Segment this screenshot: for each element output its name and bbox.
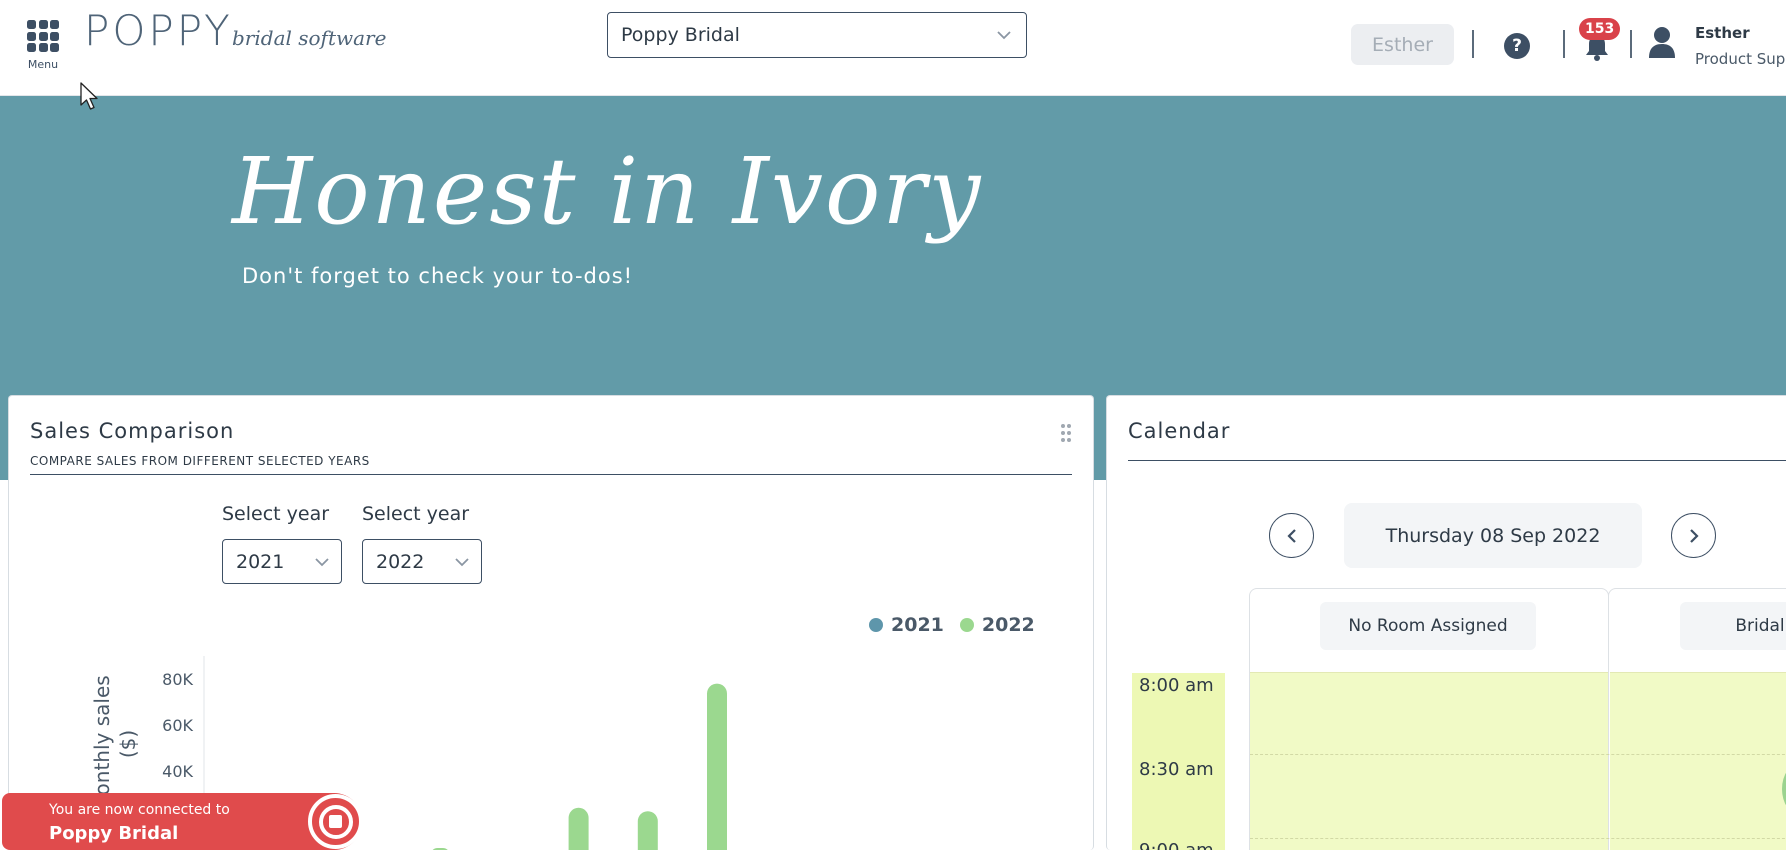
time-label: 8:30 am (1139, 759, 1214, 780)
year-select-2-value: 2022 (376, 550, 425, 573)
legend-label-2021[interactable]: 2021 (891, 614, 944, 636)
legend-dot-2021 (869, 618, 883, 632)
menu-label: Menu (27, 58, 59, 71)
help-icon[interactable]: ? (1504, 33, 1530, 59)
slot-area-bridal[interactable] (1610, 672, 1786, 850)
menu-button[interactable]: Menu (22, 18, 64, 74)
stop-icon (318, 804, 353, 839)
divider (1630, 30, 1632, 58)
stop-session-button[interactable] (308, 794, 363, 849)
year-select-2[interactable]: 2022 (362, 539, 482, 584)
chart-legend: 2021 2022 (869, 614, 1035, 636)
chevron-down-icon (455, 558, 469, 567)
room-header-no-room: No Room Assigned (1320, 602, 1536, 650)
user-role: Product Suppo (1695, 50, 1786, 68)
year-label-1: Select year (222, 503, 330, 525)
divider (30, 474, 1072, 475)
chevron-down-icon (315, 558, 329, 567)
y-tick-label: 40K (162, 762, 193, 781)
logo-sub-text: bridal software (232, 26, 387, 50)
bar-2022 (707, 683, 727, 850)
slot-divider (1250, 754, 1786, 755)
mouse-cursor-icon (80, 82, 98, 110)
bar-2022 (568, 807, 589, 850)
top-bar: Menu POPPY bridal software Poppy Bridal … (0, 0, 1786, 96)
user-name[interactable]: Esther (1695, 24, 1750, 42)
year-label-2: Select year (362, 503, 470, 525)
y-axis-title-unit: ($) (116, 730, 140, 758)
user-pill[interactable]: Esther (1351, 24, 1454, 65)
drag-handle-icon[interactable] (1060, 423, 1072, 443)
toast-message: You are now connected to (49, 802, 230, 818)
year-select-1-value: 2021 (236, 550, 285, 573)
legend-label-2022[interactable]: 2022 (982, 614, 1035, 636)
divider (1128, 460, 1786, 461)
notification-badge: 153 (1579, 18, 1621, 40)
chevron-right-icon (1689, 528, 1699, 543)
store-select-value: Poppy Bridal (621, 24, 740, 46)
connection-toast: You are now connected to Poppy Bridal (2, 793, 363, 850)
current-date: Thursday 08 Sep 2022 (1344, 503, 1642, 568)
card-title: Calendar (1128, 419, 1231, 443)
calendar-card: Calendar Thursday 08 Sep 2022 No Room As… (1106, 395, 1786, 850)
sales-comparison-card: Sales Comparison COMPARE SALES FROM DIFF… (8, 395, 1094, 850)
user-icon[interactable] (1648, 26, 1676, 58)
banner-title: Honest in Ivory (232, 138, 983, 245)
divider (1563, 30, 1565, 58)
legend-dot-2022 (959, 618, 974, 632)
prev-day-button[interactable] (1269, 513, 1314, 558)
logo-main-text: POPPY (84, 6, 233, 55)
y-tick-label: 80K (162, 670, 193, 689)
slot-divider (1250, 838, 1786, 839)
apps-grid-icon (27, 20, 59, 52)
time-label: 9:00 am (1139, 840, 1214, 850)
room-header-bridal: Bridal (1680, 602, 1786, 650)
chevron-left-icon (1286, 528, 1296, 543)
banner-subtitle: Don't forget to check your to-dos! (242, 264, 634, 288)
next-day-button[interactable] (1671, 513, 1716, 558)
divider (1472, 30, 1474, 58)
bar-2022 (637, 811, 658, 850)
card-subtitle: COMPARE SALES FROM DIFFERENT SELECTED YE… (30, 454, 370, 468)
year-select-1[interactable]: 2021 (222, 539, 342, 584)
time-label: 8:00 am (1139, 675, 1214, 696)
store-select[interactable]: Poppy Bridal (607, 12, 1027, 58)
chevron-down-icon (997, 31, 1011, 40)
toast-store-name: Poppy Bridal (49, 823, 179, 844)
slot-area-no-room[interactable] (1250, 672, 1608, 850)
card-title: Sales Comparison (30, 419, 235, 443)
y-tick-label: 60K (162, 716, 193, 735)
